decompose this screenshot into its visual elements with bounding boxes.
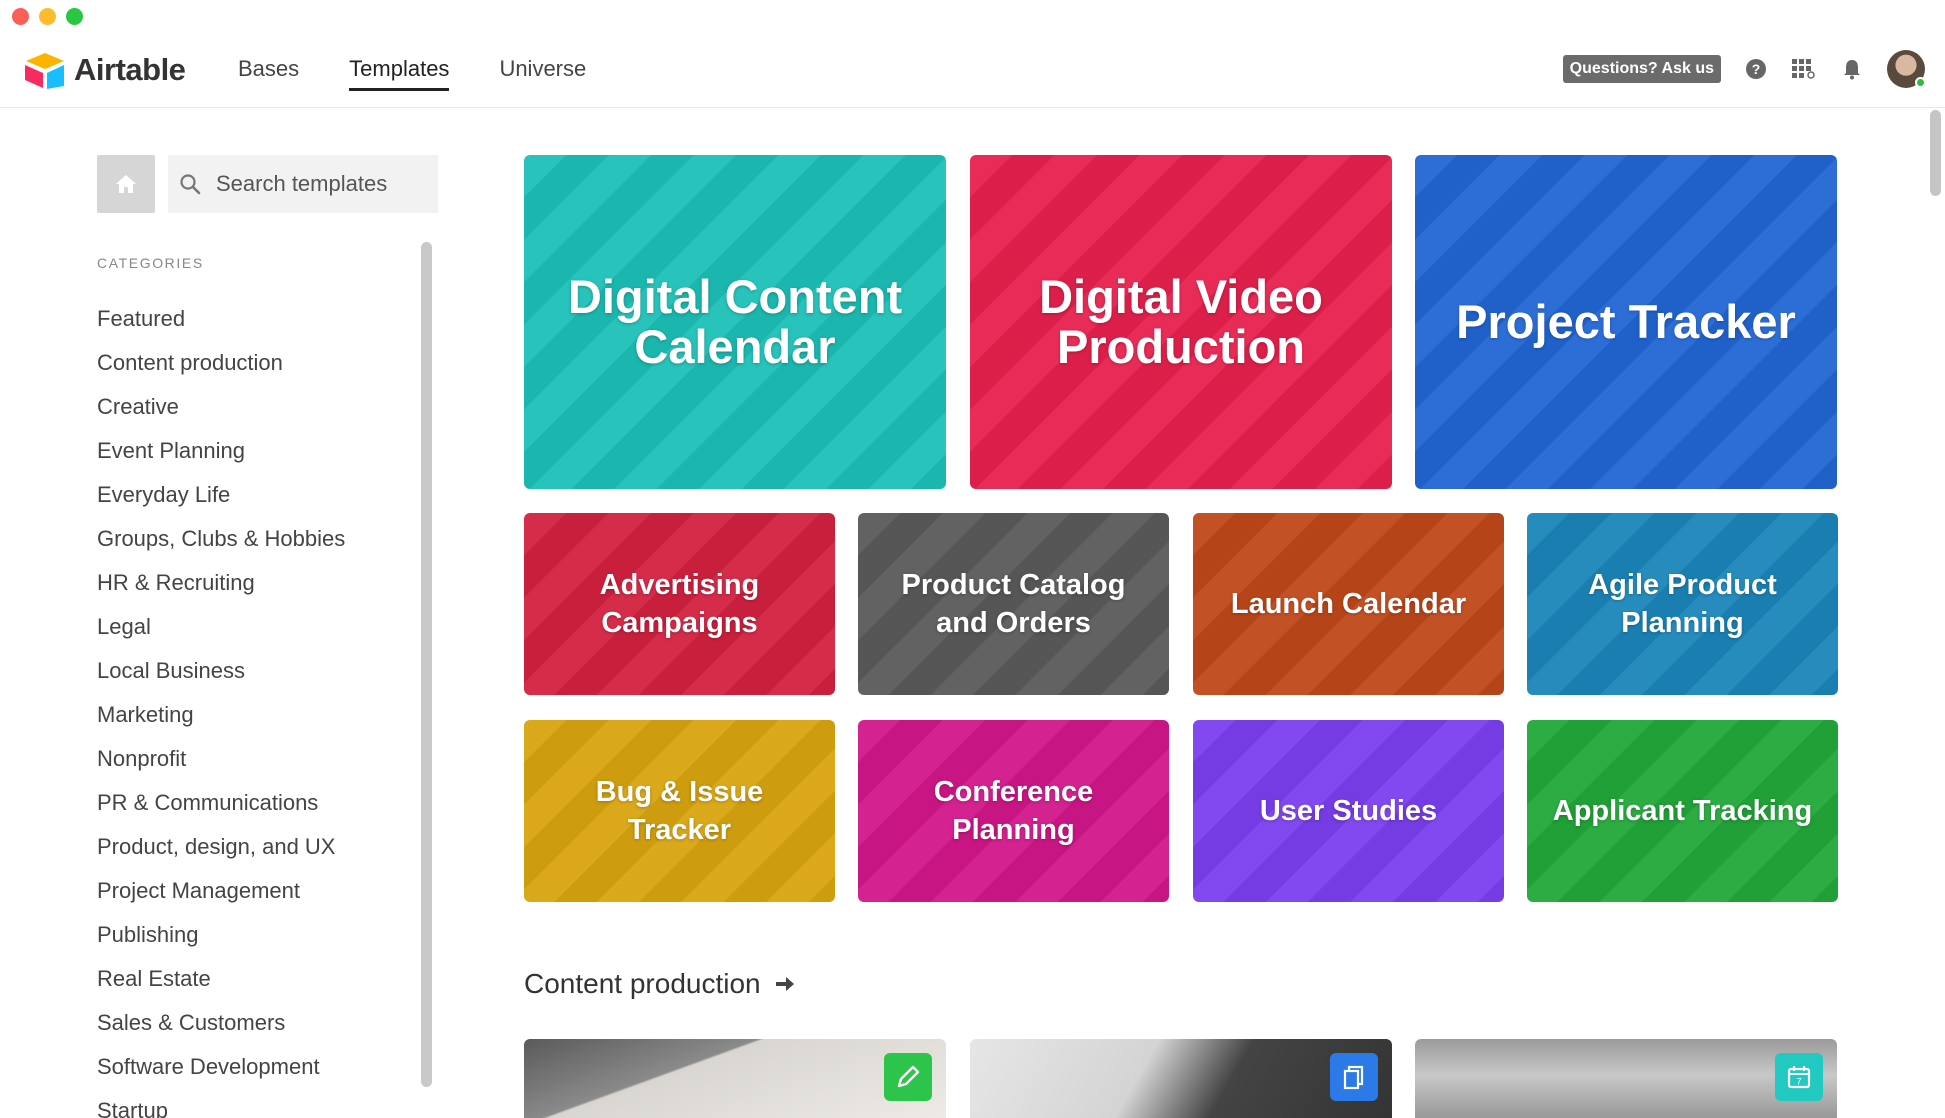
category-item[interactable]: HR & Recruiting [97, 561, 345, 605]
nav-bases[interactable]: Bases [238, 56, 299, 91]
category-item[interactable]: Sales & Customers [97, 1001, 345, 1045]
category-item[interactable]: Creative [97, 385, 345, 429]
help-icon[interactable]: ? [1743, 56, 1769, 82]
content-template-card[interactable]: 7 [1415, 1039, 1837, 1118]
edit-badge [884, 1053, 932, 1101]
template-card-title: Advertising Campaigns [599, 569, 760, 639]
nav-templates[interactable]: Templates [349, 56, 450, 91]
search-input[interactable] [216, 171, 426, 197]
template-card-title: User Studies [1259, 795, 1438, 827]
category-item[interactable]: Content production [97, 341, 345, 385]
category-item[interactable]: Real Estate [97, 957, 345, 1001]
template-card-title: Project Tracker [1456, 295, 1796, 348]
template-card-bug-issue-tracker[interactable]: Bug & Issue Tracker [524, 720, 835, 902]
svg-text:?: ? [1752, 61, 1761, 77]
minimize-window-button[interactable] [39, 8, 56, 25]
category-item[interactable]: Legal [97, 605, 345, 649]
top-navigation: Airtable Bases Templates Universe Questi… [0, 36, 1945, 108]
pencil-icon [897, 1065, 920, 1088]
template-card-title: Bug & Issue Tracker [595, 776, 764, 846]
template-card-title: Launch Calendar [1230, 588, 1467, 620]
svg-text:7: 7 [1796, 1077, 1801, 1087]
section-title-content-production[interactable]: Content production [524, 968, 795, 1000]
category-item[interactable]: Event Planning [97, 429, 345, 473]
close-window-button[interactable] [12, 8, 29, 25]
apps-grid-icon[interactable] [1791, 56, 1817, 82]
arrow-right-icon [775, 977, 794, 991]
user-avatar[interactable] [1887, 50, 1926, 88]
main-scrollbar[interactable] [1930, 110, 1941, 196]
category-item[interactable]: Publishing [97, 913, 345, 957]
home-button[interactable] [97, 155, 155, 213]
category-list: Featured Content production Creative Eve… [97, 297, 345, 1118]
ask-us-button[interactable]: Questions? Ask us [1562, 55, 1721, 83]
category-item[interactable]: Project Management [97, 869, 345, 913]
template-card-digital-video-production[interactable]: Digital Video Production [970, 155, 1392, 489]
category-item[interactable]: PR & Communications [97, 781, 345, 825]
documents-icon [1343, 1065, 1364, 1090]
template-card-product-catalog[interactable]: Product Catalog and Orders [858, 513, 1169, 695]
template-card-launch-calendar[interactable]: Launch Calendar [1193, 513, 1504, 695]
template-card-title: Agile Product Planning [1588, 569, 1777, 639]
sidebar-scrollbar[interactable] [421, 242, 432, 1087]
notifications-bell-icon[interactable] [1839, 56, 1865, 82]
main-nav: Bases Templates Universe [238, 56, 586, 91]
home-icon [116, 175, 136, 193]
template-card-digital-content-calendar[interactable]: Digital Content Calendar [524, 155, 946, 489]
category-item[interactable]: Software Development [97, 1045, 345, 1089]
logo-text: Airtable [74, 52, 186, 87]
template-card-title: Applicant Tracking [1552, 795, 1813, 827]
window-controls [12, 8, 83, 25]
category-item[interactable]: Product, design, and UX [97, 825, 345, 869]
airtable-logo-icon [25, 53, 64, 89]
template-card-title: Conference Planning [933, 776, 1094, 846]
search-icon [180, 174, 201, 195]
template-card-applicant-tracking[interactable]: Applicant Tracking [1527, 720, 1838, 902]
top-right-actions: Questions? Ask us ? [1562, 50, 1926, 88]
template-card-agile-product-planning[interactable]: Agile Product Planning [1527, 513, 1838, 695]
template-card-title: Product Catalog and Orders [901, 569, 1126, 639]
content-template-card[interactable] [970, 1039, 1392, 1118]
nav-universe[interactable]: Universe [499, 56, 586, 91]
template-card-conference-planning[interactable]: Conference Planning [858, 720, 1169, 902]
category-item[interactable]: Nonprofit [97, 737, 345, 781]
template-card-advertising-campaigns[interactable]: Advertising Campaigns [524, 513, 835, 695]
category-item[interactable]: Startup [97, 1089, 345, 1118]
category-item[interactable]: Everyday Life [97, 473, 345, 517]
search-box [168, 155, 438, 213]
section-title-text: Content production [524, 968, 761, 999]
airtable-logo[interactable]: Airtable [22, 50, 186, 90]
maximize-window-button[interactable] [66, 8, 83, 25]
online-status-dot [1915, 77, 1926, 88]
template-card-title: Digital Content Calendar [567, 270, 903, 373]
category-item[interactable]: Local Business [97, 649, 345, 693]
document-badge [1330, 1053, 1378, 1101]
category-item[interactable]: Featured [97, 297, 345, 341]
calendar-icon: 7 [1787, 1066, 1811, 1089]
categories-heading: CATEGORIES [97, 255, 204, 271]
template-card-project-tracker[interactable]: Project Tracker [1415, 155, 1837, 489]
calendar-badge: 7 [1775, 1053, 1823, 1101]
template-card-title: Digital Video Production [1039, 270, 1323, 373]
category-item[interactable]: Groups, Clubs & Hobbies [97, 517, 345, 561]
category-item[interactable]: Marketing [97, 693, 345, 737]
template-card-user-studies[interactable]: User Studies [1193, 720, 1504, 902]
content-template-card[interactable] [524, 1039, 946, 1118]
